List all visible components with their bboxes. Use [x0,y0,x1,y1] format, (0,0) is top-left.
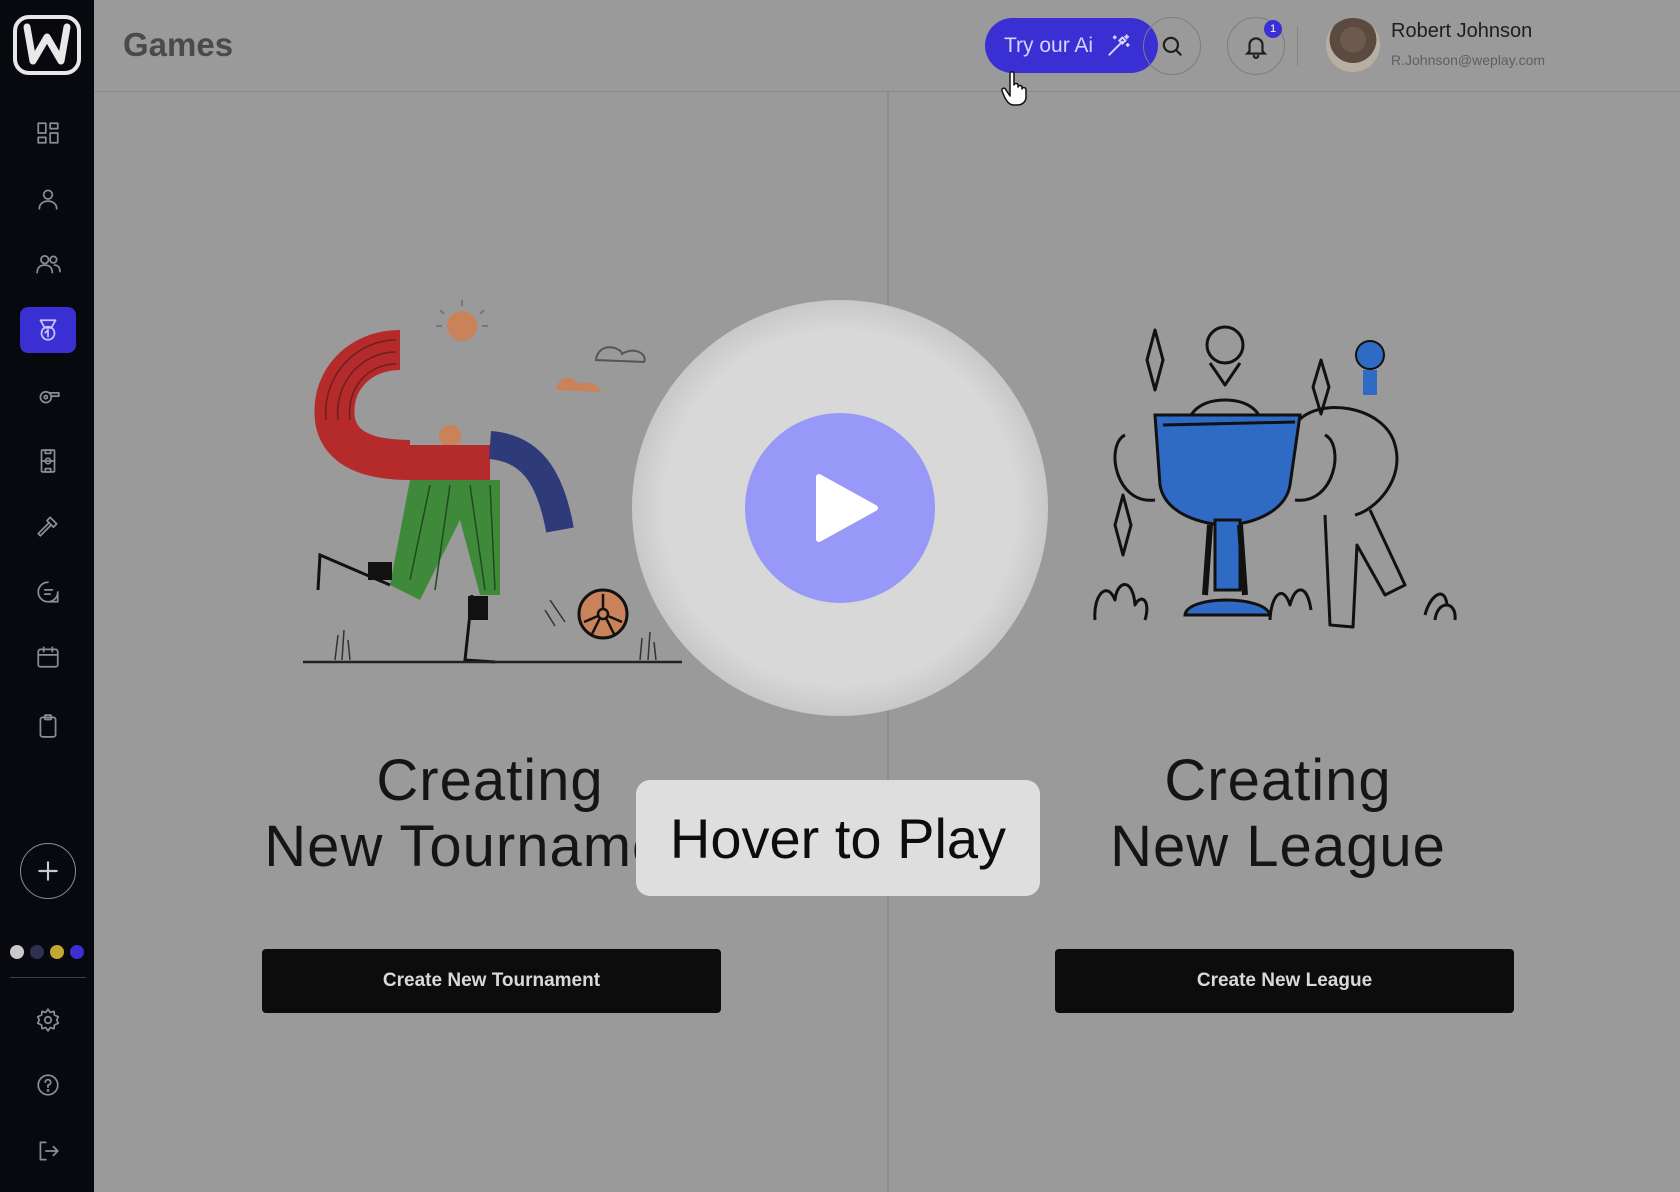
theme-dot-purple[interactable] [70,945,84,959]
notification-badge: 1 [1264,20,1282,38]
league-heading-line2: New League [1110,814,1446,879]
users-icon [36,255,61,274]
soccer-player-illustration [303,300,682,664]
sidebar [0,0,94,1192]
plus-icon [38,861,58,881]
gear-icon [36,1008,60,1032]
notifications-button[interactable]: 1 [1227,17,1285,75]
help-icon [37,1074,59,1096]
sidebar-item-games[interactable] [20,307,76,353]
medal-icon [39,319,57,341]
sidebar-item-messages[interactable] [20,569,76,615]
hover-to-play-label: Hover to Play [636,780,1040,896]
sidebar-item-tools[interactable] [20,503,76,549]
theme-dot-navy[interactable] [30,945,44,959]
weplay-logo[interactable] [13,15,81,75]
whistle-icon [39,390,60,404]
avatar[interactable] [1326,18,1380,72]
sidebar-item-calendar[interactable] [20,634,76,680]
sidebar-item-reports[interactable] [20,703,76,749]
play-icon [816,474,878,542]
sidebar-item-settings[interactable] [20,997,76,1043]
field-icon [40,449,56,473]
add-button[interactable] [20,843,76,899]
sidebar-item-help[interactable] [20,1062,76,1108]
league-heading: Creating New League [998,748,1558,880]
bell-icon [1244,37,1268,59]
sidebar-divider [10,977,86,978]
trophy-illustration [1093,325,1457,629]
search-icon [1162,36,1182,56]
try-ai-button[interactable]: Try our Ai [985,18,1158,73]
theme-dot-light[interactable] [10,945,24,959]
chat-icon [37,581,59,603]
user-email: R.Johnson@weplay.com [1391,52,1546,68]
sidebar-item-dashboard[interactable] [20,110,76,156]
hammer-icon [37,516,58,537]
clipboard-icon [39,714,57,738]
top-header: Games Try our Ai 1 Robert Johnson R.John… [94,0,1680,106]
theme-switcher [10,945,84,959]
page-title: Games [123,26,234,63]
create-tournament-button[interactable]: Create New Tournament [262,949,721,1013]
theme-dot-gold[interactable] [50,945,64,959]
dashboard-icon [37,122,59,144]
hand-cursor-icon [1001,71,1027,106]
user-icon [38,189,58,210]
sidebar-item-teams[interactable] [20,241,76,287]
sidebar-item-referee[interactable] [20,372,76,418]
league-heading-line1: Creating [1164,748,1392,813]
magic-wand-icon [1108,33,1130,56]
sidebar-item-logout[interactable] [20,1128,76,1174]
calendar-icon [37,646,59,668]
user-name: Robert Johnson [1391,20,1533,42]
header-divider [1297,26,1298,66]
try-ai-label: Try our Ai [1004,33,1094,57]
sidebar-item-profile[interactable] [20,176,76,222]
create-league-button[interactable]: Create New League [1055,949,1514,1013]
logout-icon [39,1141,59,1161]
play-button[interactable] [745,413,935,603]
sidebar-item-field[interactable] [20,438,76,484]
search-button[interactable] [1143,17,1201,75]
